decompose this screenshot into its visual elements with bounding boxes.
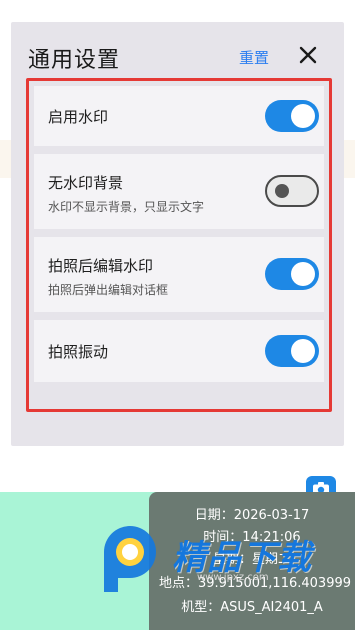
watermark-date: 日期：2026-03-17: [194, 508, 310, 523]
settings-list: 启用水印 无水印背景 水印不显示背景，只显示文字 拍照后编辑水印 拍照后弹出编辑…: [26, 78, 332, 412]
setting-description: 拍照后弹出编辑对话框: [48, 283, 169, 297]
setting-description: 水印不显示背景，只显示文字: [48, 200, 205, 214]
site-logo-icon: [104, 526, 156, 592]
setting-row-no-background: 无水印背景 水印不显示背景，只显示文字: [34, 154, 324, 229]
close-icon: [299, 46, 317, 64]
setting-row-edit-after-capture: 拍照后编辑水印 拍照后弹出编辑对话框: [34, 237, 324, 312]
setting-title: 启用水印: [48, 108, 109, 126]
site-url-watermark: www.jpxz.com: [197, 572, 269, 583]
watermark-model: 机型：ASUS_AI2401_A: [181, 600, 323, 615]
setting-title: 拍照后编辑水印: [48, 257, 154, 275]
no-background-toggle[interactable]: [265, 175, 319, 207]
toggle-knob: [291, 104, 315, 128]
setting-title: 拍照振动: [48, 343, 109, 361]
close-button[interactable]: [295, 42, 321, 68]
toggle-knob: [291, 339, 315, 363]
setting-title: 无水印背景: [48, 174, 124, 192]
reset-button[interactable]: 重置: [239, 47, 269, 68]
capture-vibration-toggle[interactable]: [265, 335, 319, 367]
toggle-knob: [291, 262, 315, 286]
toggle-knob: [275, 184, 289, 198]
setting-row-enable-watermark: 启用水印: [34, 86, 324, 146]
general-settings-panel: 通用设置 重置 启用水印 无水印背景 水印不显示背景，只显示文字 拍照后编辑水印…: [11, 22, 344, 446]
enable-watermark-toggle[interactable]: [265, 100, 319, 132]
panel-title: 通用设置: [28, 48, 121, 73]
setting-row-capture-vibration: 拍照振动: [34, 320, 324, 382]
edit-after-capture-toggle[interactable]: [265, 258, 319, 290]
